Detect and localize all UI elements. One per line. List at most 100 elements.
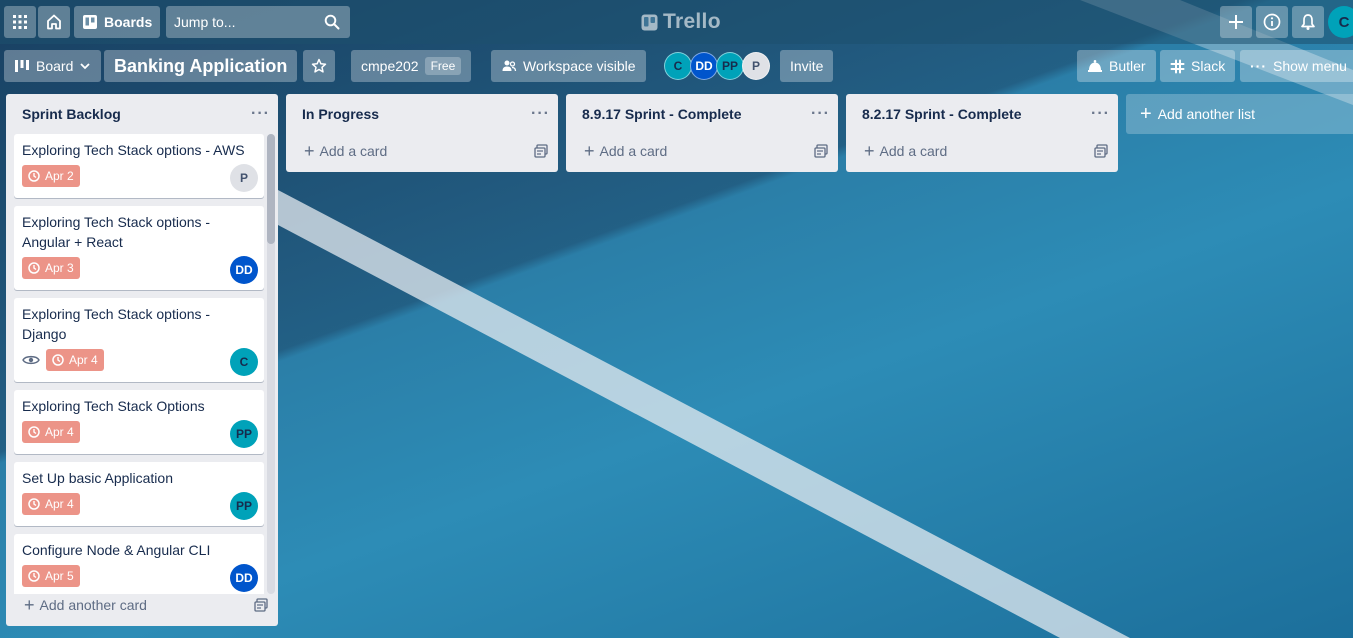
due-date-badge[interactable]: Apr 5 <box>22 565 80 587</box>
due-date-text: Apr 4 <box>69 353 98 367</box>
card-member-avatar[interactable]: C <box>230 348 258 376</box>
slack-icon <box>1170 59 1185 73</box>
card[interactable]: Exploring Tech Stack options - Django Ap… <box>14 298 264 382</box>
member-avatar[interactable]: P <box>742 52 770 80</box>
list-menu-icon[interactable]: ··· <box>251 105 270 123</box>
list-menu-icon[interactable]: ··· <box>1091 105 1110 123</box>
jump-to-search-input[interactable]: Jump to... <box>166 6 350 38</box>
list-title[interactable]: In Progress <box>302 106 379 122</box>
info-icon[interactable] <box>1256 6 1288 38</box>
add-card-label: Add another card <box>39 597 147 613</box>
card-member-avatar[interactable]: PP <box>230 420 258 448</box>
clock-icon <box>28 570 40 582</box>
list-8-9-17-sprint-complete: 8.9.17 Sprint - Complete ··· + Add a card <box>566 94 838 172</box>
add-card-label: Add a card <box>599 143 668 159</box>
card-title: Exploring Tech Stack options - AWS <box>22 142 245 158</box>
list-title[interactable]: Sprint Backlog <box>22 106 121 122</box>
invite-button[interactable]: Invite <box>780 50 834 82</box>
list-8-2-17-sprint-complete: 8.2.17 Sprint - Complete ··· + Add a card <box>846 94 1118 172</box>
add-card-label: Add a card <box>879 143 948 159</box>
create-plus-icon[interactable] <box>1220 6 1252 38</box>
list-menu-icon[interactable]: ··· <box>811 105 830 123</box>
due-date-badge[interactable]: Apr 4 <box>22 493 80 515</box>
logo-text: Trello <box>663 10 721 33</box>
card[interactable]: Exploring Tech Stack Options Apr 4 PP <box>14 390 264 454</box>
due-date-badge[interactable]: Apr 3 <box>22 257 80 279</box>
clock-icon <box>52 354 64 366</box>
card-title: Exploring Tech Stack Options <box>22 398 205 414</box>
show-menu-button[interactable]: ··· Show menu <box>1240 50 1353 82</box>
notifications-bell-icon[interactable] <box>1292 6 1324 38</box>
card-template-icon[interactable] <box>254 598 268 612</box>
card[interactable]: Set Up basic Application Apr 4 PP <box>14 462 264 526</box>
add-list-label: Add another list <box>1157 106 1255 122</box>
list-title[interactable]: 8.2.17 Sprint - Complete <box>862 106 1021 122</box>
boards-label: Boards <box>104 14 153 30</box>
card-member-avatar[interactable]: DD <box>230 256 258 284</box>
workspace-name: cmpe202 <box>361 58 419 74</box>
workspace-visibility-icon <box>502 60 517 72</box>
card-title: Set Up basic Application <box>22 470 173 486</box>
boards-button[interactable]: Boards <box>74 6 161 38</box>
scrollbar-thumb[interactable] <box>267 134 275 244</box>
plus-icon: + <box>584 141 595 161</box>
workspace-button[interactable]: cmpe202 Free <box>351 50 472 82</box>
butler-label: Butler <box>1109 58 1146 74</box>
list-title[interactable]: 8.9.17 Sprint - Complete <box>582 106 741 122</box>
member-avatar[interactable]: DD <box>690 52 718 80</box>
chevron-down-icon <box>80 63 90 70</box>
due-date-text: Apr 3 <box>45 261 74 275</box>
search-icon <box>324 14 340 30</box>
list-in-progress: In Progress ··· + Add a card <box>286 94 558 172</box>
workspace-plan-badge: Free <box>424 57 462 75</box>
list-scrollbar[interactable] <box>267 134 275 594</box>
card-member-avatar[interactable]: PP <box>230 492 258 520</box>
add-card-button[interactable]: + Add a card <box>846 134 1118 168</box>
card[interactable]: Exploring Tech Stack options - Angular +… <box>14 206 264 290</box>
show-menu-label: Show menu <box>1273 58 1347 74</box>
visibility-label: Workspace visible <box>523 58 636 74</box>
add-another-card-button[interactable]: + Add another card <box>6 588 278 622</box>
board-title[interactable]: Banking Application <box>104 50 298 82</box>
due-date-badge[interactable]: Apr 4 <box>22 421 80 443</box>
card[interactable]: Exploring Tech Stack options - AWS Apr 2… <box>14 134 264 198</box>
card-template-icon[interactable] <box>534 144 548 158</box>
slack-button[interactable]: Slack <box>1160 50 1236 82</box>
star-board-button[interactable] <box>303 50 335 82</box>
star-icon <box>311 58 327 73</box>
card[interactable]: Configure Node & Angular CLI Apr 5 DD <box>14 534 264 594</box>
card-template-icon[interactable] <box>814 144 828 158</box>
add-another-list-button[interactable]: + Add another list <box>1126 94 1353 134</box>
due-date-text: Apr 4 <box>45 497 74 511</box>
boards-icon <box>83 15 97 29</box>
member-avatar[interactable]: PP <box>716 52 744 80</box>
more-dots-icon: ··· <box>1250 58 1267 74</box>
home-icon[interactable] <box>38 6 70 38</box>
user-avatar[interactable]: C <box>1328 6 1353 38</box>
add-card-button[interactable]: + Add a card <box>286 134 558 168</box>
clock-icon <box>28 498 40 510</box>
due-date-text: Apr 4 <box>45 425 74 439</box>
board-view-icon <box>15 60 29 72</box>
clock-icon <box>28 262 40 274</box>
add-card-button[interactable]: + Add a card <box>566 134 838 168</box>
card-title: Exploring Tech Stack options - Angular +… <box>22 214 211 250</box>
jump-to-placeholder: Jump to... <box>174 14 236 30</box>
member-avatar[interactable]: C <box>664 52 692 80</box>
card-title: Configure Node & Angular CLI <box>22 542 211 558</box>
clock-icon <box>28 426 40 438</box>
due-date-text: Apr 5 <box>45 569 74 583</box>
butler-icon <box>1088 60 1102 72</box>
board-view-switcher[interactable]: Board <box>4 50 102 82</box>
trello-logo[interactable]: Trello <box>641 8 721 36</box>
visibility-button[interactable]: Workspace visible <box>491 50 646 82</box>
card-template-icon[interactable] <box>1094 144 1108 158</box>
slack-label: Slack <box>1191 58 1226 74</box>
clock-icon <box>28 170 40 182</box>
due-date-badge[interactable]: Apr 4 <box>46 349 104 371</box>
butler-button[interactable]: Butler <box>1077 50 1156 82</box>
list-menu-icon[interactable]: ··· <box>531 105 550 123</box>
apps-grid-icon[interactable] <box>4 6 36 38</box>
card-member-avatar[interactable]: P <box>230 164 258 192</box>
due-date-badge[interactable]: Apr 2 <box>22 165 80 187</box>
